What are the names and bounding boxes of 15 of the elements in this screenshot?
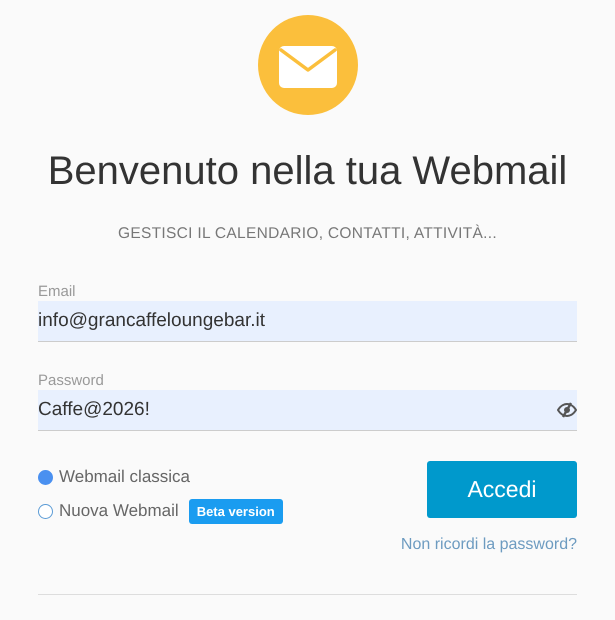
- field-label: Password: [38, 372, 104, 390]
- forgot-password-link[interactable]: Non ricordi la password?: [400, 536, 577, 554]
- password-field[interactable]: Caffe@2026!: [38, 390, 577, 431]
- subtitle: GESTISCI IL CALENDARIO, CONTATTI, ATTIVITÀ...: [118, 225, 497, 243]
- login-button[interactable]: Accedi: [427, 461, 577, 518]
- eye-slash-icon[interactable]: [557, 402, 577, 418]
- welcome-title: Benvenuto nella tua Webmail: [48, 148, 568, 195]
- radio-label[interactable]: Nuova Webmail: [59, 501, 179, 521]
- radio-button[interactable]: [38, 504, 53, 518]
- radio-label[interactable]: Webmail classica: [59, 467, 190, 487]
- beta-badge: Beta version: [188, 498, 283, 524]
- email-field[interactable]: info@grancaffeloungebar.it: [38, 301, 577, 342]
- field-label: Email: [38, 283, 76, 301]
- radio-button[interactable]: [38, 470, 53, 484]
- mail-logo-icon: [258, 15, 358, 115]
